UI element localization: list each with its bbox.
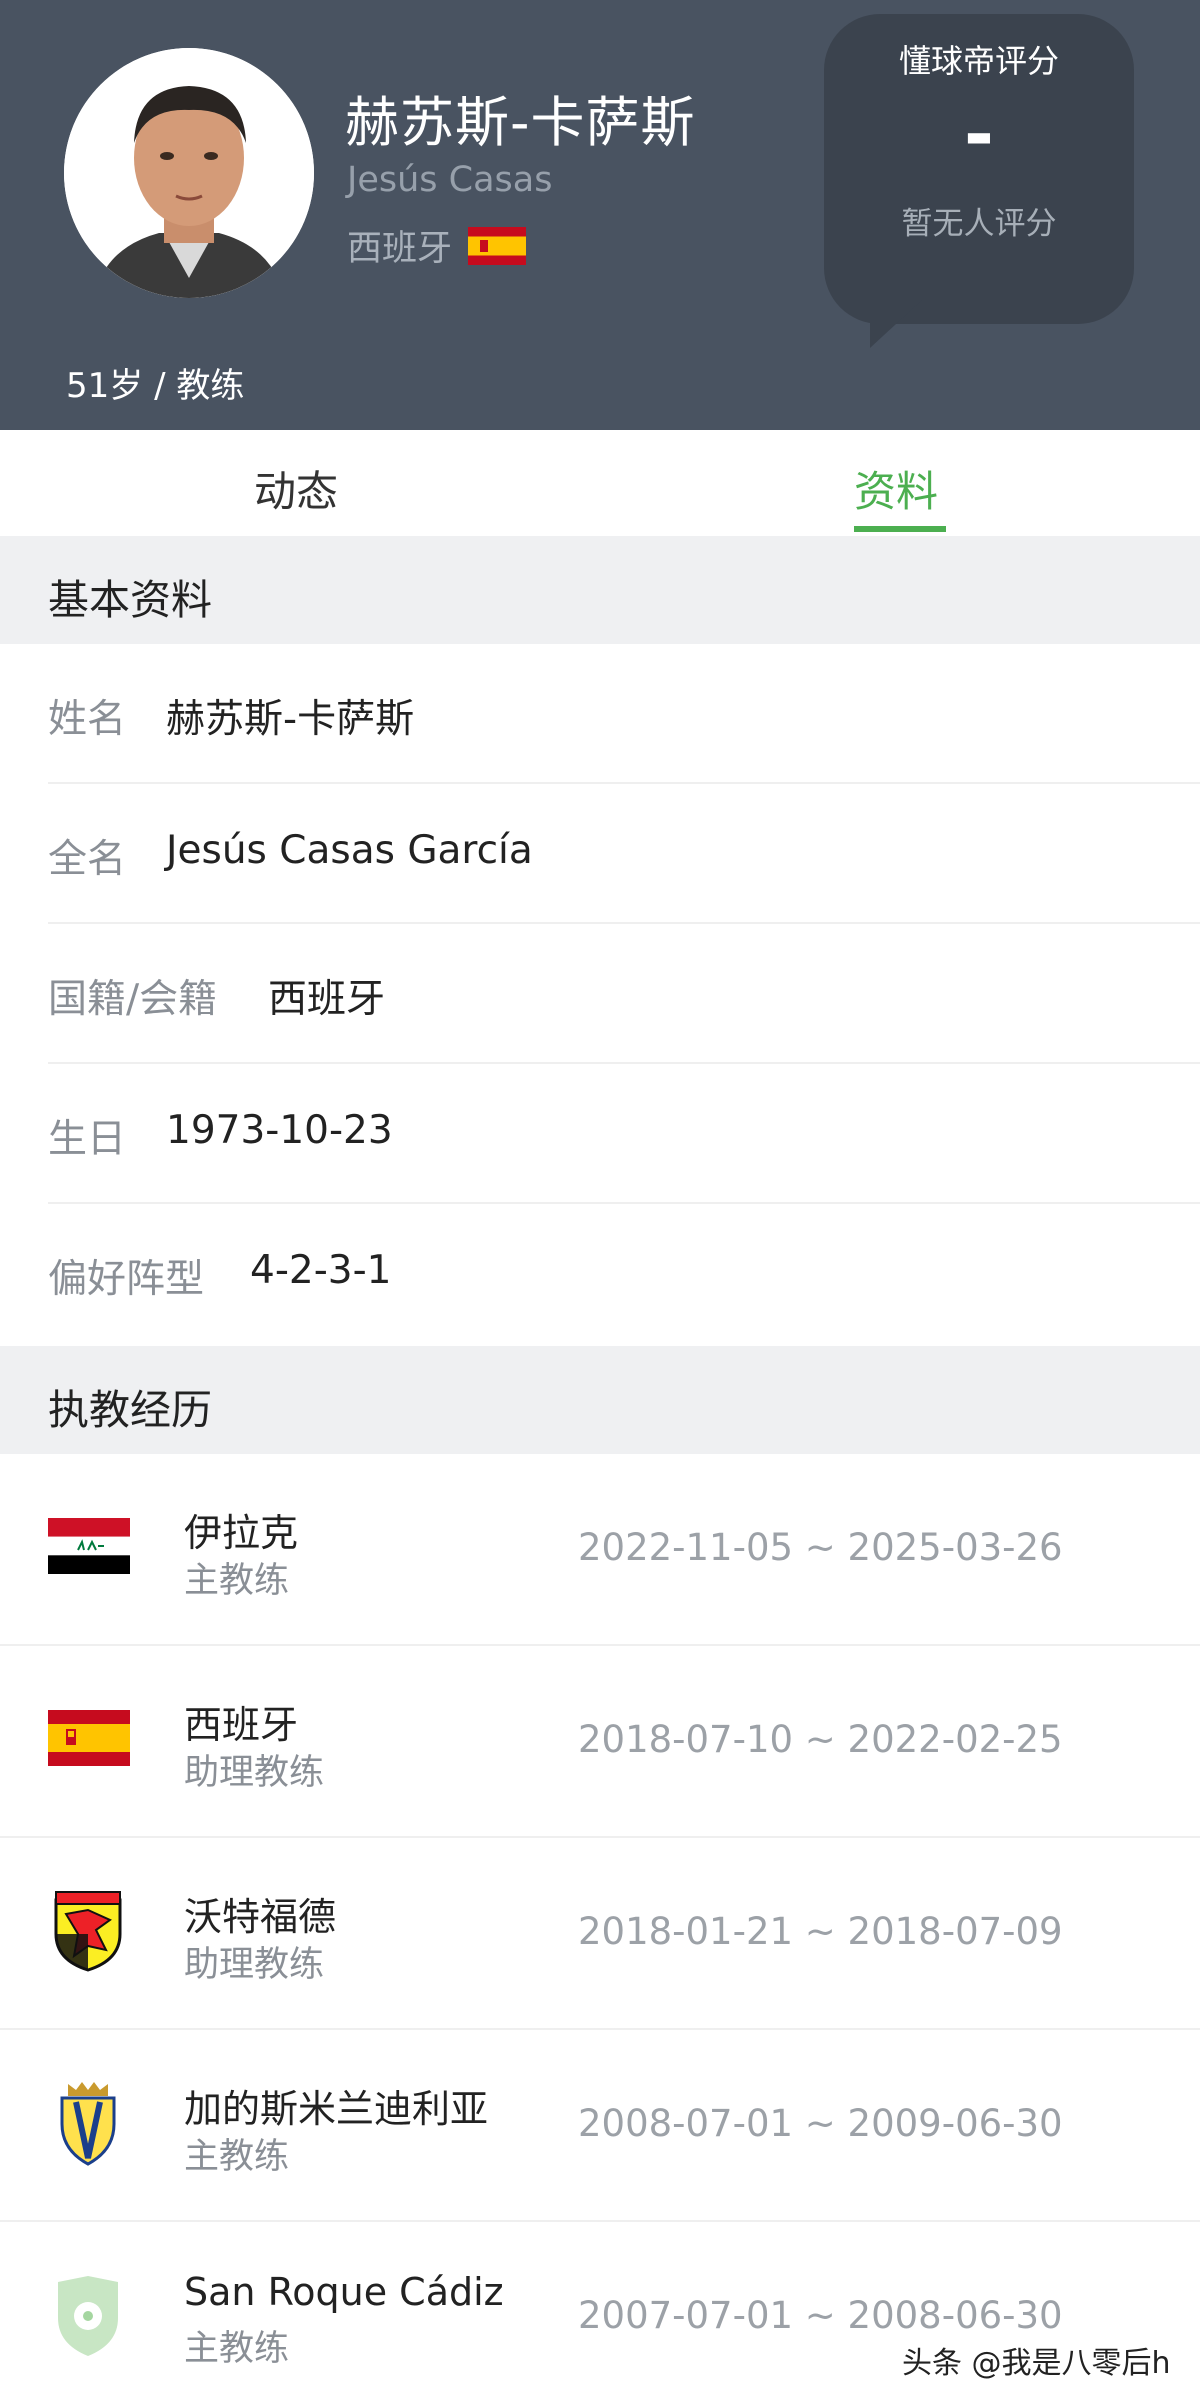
team-name: 加的斯米兰迪利亚 [184,2087,489,2131]
tenure-period: 2008-07-01 ~ 2009-06-30 [578,2102,1063,2145]
info-value: 西班牙 [268,977,386,1022]
career-item[interactable]: 西班牙 助理教练 2018-07-10 ~ 2022-02-25 [0,1646,1200,1838]
rating-subtitle: 暂无人评分 [901,206,1057,242]
career-item[interactable]: 加的斯米兰迪利亚 主教练 2008-07-01 ~ 2009-06-30 [0,2030,1200,2222]
rating-value: - [964,92,994,176]
coach-role: 助理教练 [184,1945,325,1985]
team-name: 沃特福德 [184,1895,337,1939]
profile-header: 赫苏斯-卡萨斯 Jesús Casas 西班牙 51岁 / 教练 懂球帝评分 -… [0,0,1200,430]
rating-title: 懂球帝评分 [898,42,1059,80]
spain-flag-icon [48,1710,130,1766]
team-name: 西班牙 [184,1703,299,1747]
info-label: 全名 [48,837,127,882]
age-role-text: 51岁 / 教练 [66,366,245,406]
coach-name-chinese: 赫苏斯-卡萨斯 [345,91,696,154]
info-label: 偏好阵型 [48,1257,205,1302]
tenure-period: 2007-07-01 ~ 2008-06-30 [578,2294,1063,2337]
basic-info-title: 基本资料 [48,576,212,624]
team-name: San Roque Cádiz [184,2270,504,2314]
team-name: 伊拉克 [184,1511,299,1555]
coach-role: 主教练 [184,2137,290,2177]
generic-shield-icon [58,2276,118,2356]
basic-info-header: 基本资料 [0,536,1200,644]
info-row-full-name: 全名 Jesús Casas García [0,784,1200,924]
career-header: 执教经历 [0,1346,1200,1454]
info-label: 国籍/会籍 [48,977,218,1022]
info-row-formation: 偏好阵型 4-2-3-1 [0,1204,1200,1344]
tab-bar: 动态 资料 [0,430,1200,536]
coach-role: 助理教练 [184,1753,325,1793]
watermark-text: 头条 @我是八零后h [902,2346,1171,2381]
info-label: 姓名 [48,697,127,742]
tab-news[interactable]: 动态 [254,458,338,519]
tenure-period: 2022-11-05 ~ 2025-03-26 [578,1526,1063,1569]
career-item[interactable]: 伊拉克 主教练 2022-11-05 ~ 2025-03-26 [0,1454,1200,1646]
cadiz-crest-icon [60,2082,116,2166]
info-label: 生日 [48,1117,127,1162]
watford-crest-icon [54,1891,122,1972]
info-row-name: 姓名 赫苏斯-卡萨斯 [0,644,1200,784]
career-item[interactable]: 沃特福德 助理教练 2018-01-21 ~ 2018-07-09 [0,1838,1200,2030]
avatar-portrait-icon [64,48,314,298]
iraq-flag-icon [48,1518,130,1574]
info-value: 4-2-3-1 [250,1248,392,1293]
tenure-period: 2018-07-10 ~ 2022-02-25 [578,1718,1063,1761]
info-row-nationality: 国籍/会籍 西班牙 [0,924,1200,1064]
tenure-period: 2018-01-21 ~ 2018-07-09 [578,1910,1063,1953]
active-tab-indicator [854,526,946,532]
rating-bubble-tail [870,300,922,348]
nationality-label: 西班牙 [347,229,453,269]
tab-profile[interactable]: 资料 [854,458,938,519]
coach-avatar[interactable] [64,48,314,298]
info-value: 赫苏斯-卡萨斯 [166,697,415,742]
info-row-birthday: 生日 1973-10-23 [0,1064,1200,1204]
coach-name-english: Jesús Casas [347,160,553,200]
career-title: 执教经历 [48,1386,212,1434]
coach-role: 主教练 [184,2329,290,2369]
info-value: Jesús Casas García [166,828,533,873]
coach-nationality: 西班牙 [347,220,527,271]
info-value: 1973-10-23 [166,1108,393,1153]
spain-flag-icon [468,226,527,265]
coach-role: 主教练 [184,1561,290,1601]
